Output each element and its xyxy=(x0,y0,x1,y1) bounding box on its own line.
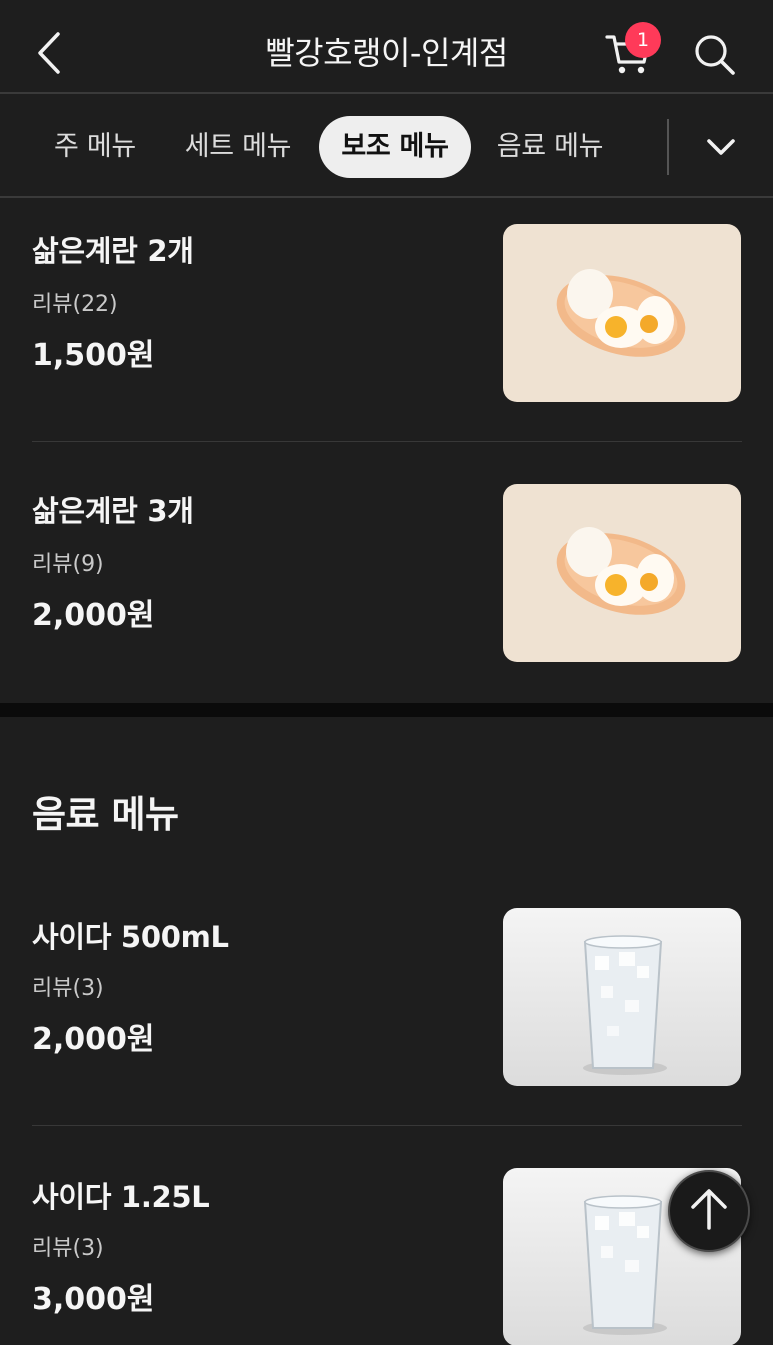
menu-page: 빨강호랭이-인계점 1 주 메뉴 세트 메뉴 보조 메뉴 음료 메뉴 삶은계란 … xyxy=(0,0,773,1345)
item-separator xyxy=(32,441,742,442)
tab-main-menu[interactable]: 주 메뉴 xyxy=(30,116,160,178)
arrow-up-icon xyxy=(691,1189,727,1230)
item-review-count[interactable]: 리뷰(3) xyxy=(32,970,104,1002)
top-header: 빨강호랭이-인계점 1 xyxy=(0,0,773,94)
item-review-count[interactable]: 리뷰(9) xyxy=(32,546,104,578)
expand-tabs-button[interactable] xyxy=(698,124,744,170)
scroll-to-top-button[interactable] xyxy=(668,1170,750,1252)
cart-count-badge: 1 xyxy=(625,22,661,58)
chevron-down-icon xyxy=(707,139,735,155)
item-name: 삶은계란 2개 xyxy=(32,234,194,268)
tab-set-menu[interactable]: 세트 메뉴 xyxy=(170,116,306,178)
boiled-eggs-image xyxy=(503,224,741,402)
item-name: 사이다 1.25L xyxy=(32,1180,210,1214)
item-review-count[interactable]: 리뷰(22) xyxy=(32,286,118,318)
item-price: 2,000원 xyxy=(32,598,155,633)
item-name: 사이다 500mL xyxy=(32,920,229,954)
menu-item[interactable]: 삶은계란 3개 리뷰(9) 2,000원 xyxy=(0,458,773,702)
item-price: 2,000원 xyxy=(32,1022,155,1057)
item-separator xyxy=(32,1125,742,1126)
menu-item[interactable]: 삶은계란 2개 리뷰(22) 1,500원 xyxy=(0,198,773,442)
item-price: 3,000원 xyxy=(32,1282,155,1317)
tab-divider xyxy=(667,119,669,175)
item-review-count[interactable]: 리뷰(3) xyxy=(32,1230,104,1262)
boiled-eggs-image xyxy=(503,484,741,662)
item-name: 삶은계란 3개 xyxy=(32,494,194,528)
tab-side-menu[interactable]: 보조 메뉴 xyxy=(319,116,471,178)
search-button[interactable] xyxy=(690,30,738,78)
cider-glass-image xyxy=(503,908,741,1086)
item-price: 1,500원 xyxy=(32,338,155,373)
tab-drink-menu[interactable]: 음료 메뉴 xyxy=(482,116,618,178)
menu-item[interactable]: 사이다 500mL 리뷰(3) 2,000원 xyxy=(0,882,773,1126)
search-icon xyxy=(695,35,735,75)
section-divider xyxy=(0,703,773,717)
category-tabs: 주 메뉴 세트 메뉴 보조 메뉴 음료 메뉴 xyxy=(0,94,773,198)
menu-item[interactable]: 사이다 1.25L 리뷰(3) 3,000원 xyxy=(0,1142,773,1345)
section-title: 음료 메뉴 xyxy=(32,793,179,836)
